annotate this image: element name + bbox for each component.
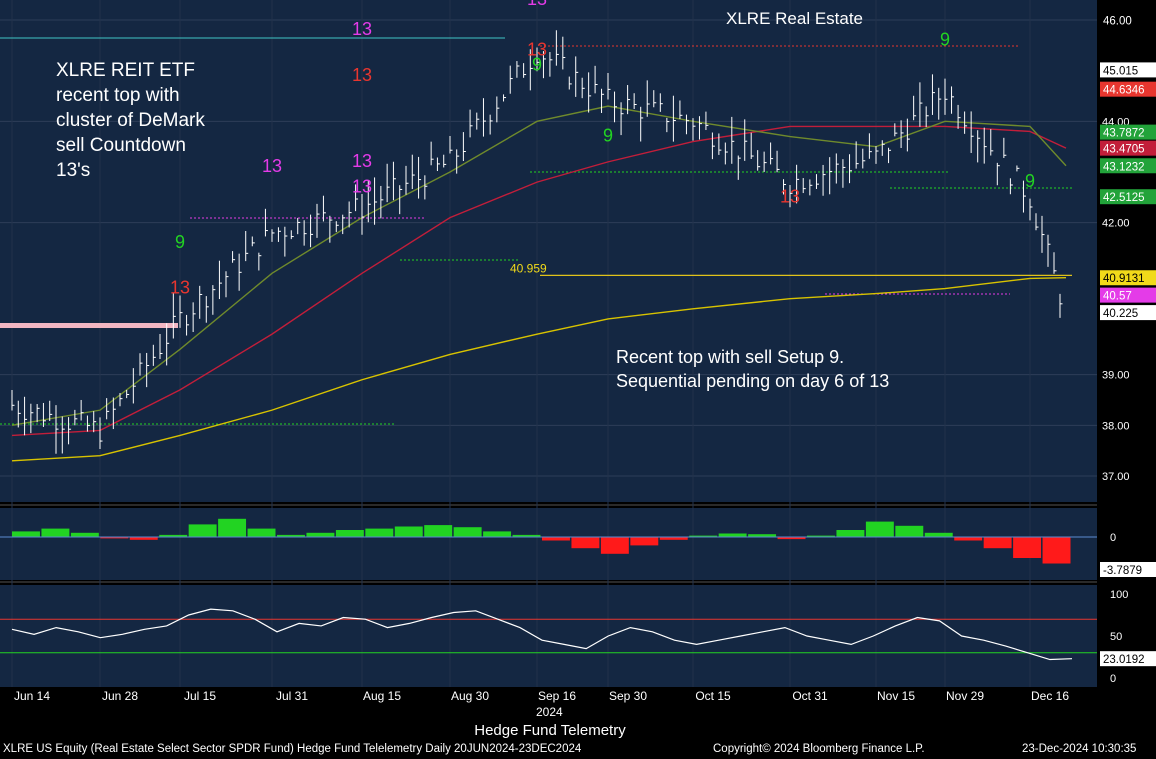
momentum-bar [1013, 537, 1042, 558]
momentum-bar [453, 527, 482, 537]
momentum-bar [12, 531, 40, 537]
footer-datetime: 23-Dec-2024 10:30:35 [1022, 743, 1137, 755]
price-tag-label: 40.225 [1103, 308, 1138, 320]
x-tick-label: Sep 30 [609, 689, 647, 703]
price-tag-label: 44.6346 [1103, 85, 1145, 97]
demark-label: 13 [352, 65, 372, 85]
x-tick-label: Oct 31 [792, 689, 828, 703]
demark-label: 13 [780, 186, 800, 206]
rsi-tick-label: 50 [1110, 631, 1122, 643]
momentum-bar [70, 532, 99, 537]
year-label: 2024 [536, 705, 563, 719]
momentum-bar [865, 521, 894, 537]
rsi-panel [0, 585, 1097, 687]
momentum-bar [247, 528, 276, 537]
demark-label: 9 [603, 126, 613, 146]
momentum-zero-label: 0 [1110, 532, 1116, 544]
momentum-bar [394, 526, 423, 537]
y-tick-label: 38.00 [1102, 420, 1130, 432]
momentum-bar [983, 537, 1012, 549]
x-tick-label: Sep 16 [538, 689, 576, 703]
price-tag-label: 45.015 [1103, 65, 1138, 77]
price-tag-label: 40.9131 [1103, 273, 1145, 285]
demark-label: 13 [352, 19, 372, 39]
momentum-bar [306, 532, 335, 537]
price-tag-label: 43.7872 [1103, 128, 1145, 140]
y-tick-label: 39.00 [1102, 370, 1130, 382]
price-tag-label: 43.1232 [1103, 161, 1145, 173]
momentum-bar [542, 537, 570, 541]
momentum-bar [571, 537, 600, 549]
momentum-bar [365, 528, 394, 537]
mid-annotation: Recent top with sell Setup 9. Sequential… [616, 347, 890, 391]
momentum-bar [924, 532, 953, 537]
momentum-bar [836, 530, 865, 537]
y-tick-label: 37.00 [1102, 471, 1130, 483]
x-tick-label: Aug 15 [363, 689, 401, 703]
chart-title: XLRE Real Estate [726, 9, 864, 28]
x-tick-label: Dec 16 [1031, 689, 1069, 703]
momentum-bar [424, 525, 453, 537]
x-tick-label: Jun 28 [102, 689, 138, 703]
footer-description: XLRE US Equity (Real Estate Select Secto… [3, 743, 582, 755]
demark-label: 9 [940, 29, 950, 49]
x-tick-label: Nov 15 [877, 689, 915, 703]
demark-label: 13 [527, 0, 547, 9]
momentum-bar [718, 533, 747, 537]
price-tag-label: 43.4705 [1103, 144, 1145, 156]
momentum-last-label: -3.7879 [1103, 565, 1142, 577]
price-tag-label: 46.00 [1103, 16, 1132, 28]
momentum-bar [954, 537, 983, 541]
demark-label: 9 [175, 232, 185, 252]
rsi-tick-label: 0 [1110, 673, 1116, 685]
demark-label: 13 [352, 176, 372, 196]
momentum-bar [1042, 537, 1071, 564]
x-tick-label: Aug 30 [451, 689, 489, 703]
footer-title: Hedge Fund Telemetry [474, 722, 626, 739]
x-tick-label: Jul 15 [184, 689, 216, 703]
momentum-bar [483, 531, 512, 537]
momentum-panel [0, 508, 1097, 580]
momentum-bar [41, 528, 70, 537]
x-tick-label: Jul 31 [276, 689, 308, 703]
price-tag-label: 42.5125 [1103, 192, 1145, 204]
left-annotation: XLRE REIT ETF recent top with cluster of… [56, 60, 205, 181]
price-tag-label: 40.57 [1103, 291, 1132, 303]
x-tick-label: Oct 15 [695, 689, 731, 703]
momentum-bar [218, 518, 247, 537]
demark-label: 9 [1025, 171, 1035, 191]
demark-label: 13 [170, 278, 190, 298]
demark-label: 13 [527, 39, 547, 59]
support-band [0, 323, 178, 328]
x-tick-label: Nov 29 [946, 689, 984, 703]
x-tick-label: Jun 14 [14, 689, 50, 703]
level-label: 40.959 [510, 261, 547, 275]
rsi-tick-label: 100 [1110, 589, 1128, 601]
footer-copyright: Copyright© 2024 Bloomberg Finance L.P. [713, 743, 925, 755]
momentum-bar [895, 525, 924, 537]
demark-label: 13 [352, 151, 372, 171]
momentum-bar [630, 537, 659, 546]
y-tick-label: 42.00 [1102, 218, 1130, 230]
momentum-bar [335, 530, 364, 537]
momentum-bar [600, 537, 629, 554]
momentum-bar [188, 524, 217, 537]
rsi-last-label: 23.0192 [1103, 654, 1145, 666]
